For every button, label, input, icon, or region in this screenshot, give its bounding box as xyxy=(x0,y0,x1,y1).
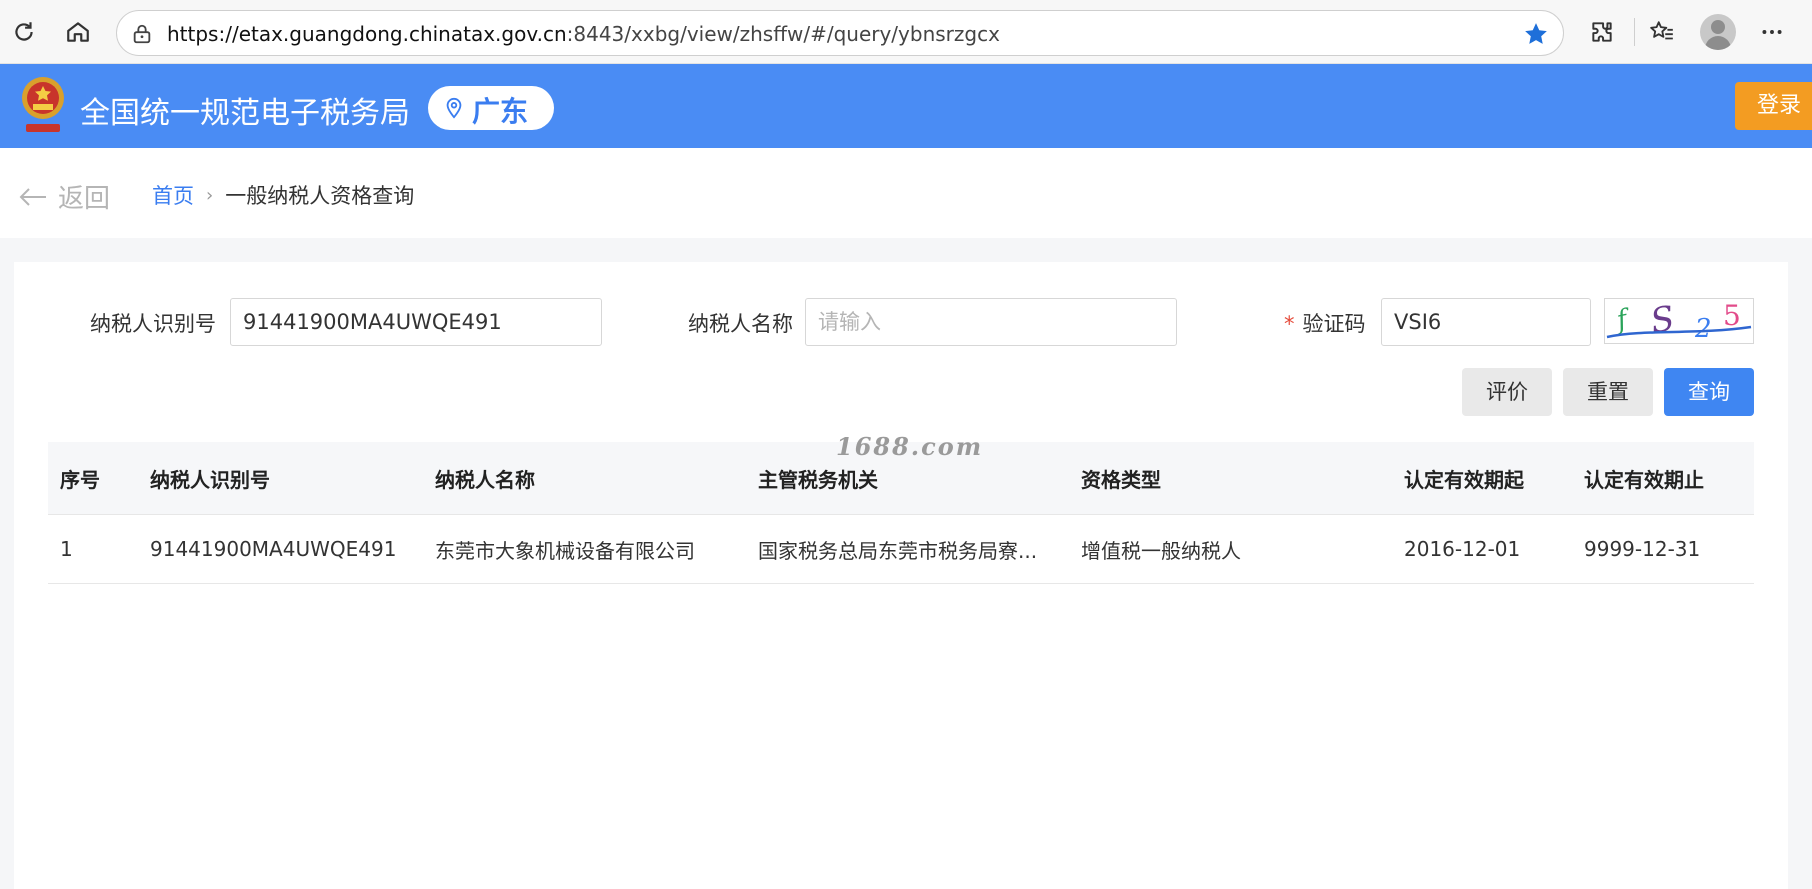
evaluate-button[interactable]: 评价 xyxy=(1462,368,1552,416)
captcha-input[interactable] xyxy=(1381,298,1591,346)
breadcrumb: 首页 › 一般纳税人资格查询 xyxy=(152,180,414,210)
column-header: 纳税人名称 xyxy=(435,467,535,492)
favorites-icon[interactable] xyxy=(1644,14,1680,50)
refresh-icon[interactable] xyxy=(6,14,42,50)
arrow-left-icon xyxy=(19,187,46,206)
captcha-label: * 验证码 xyxy=(1284,312,1366,336)
favorite-star-icon[interactable] xyxy=(1523,21,1549,51)
reset-button[interactable]: 重置 xyxy=(1563,368,1653,416)
query-panel: 纳税人识别号 纳税人名称 *验证码 f S 2 5 评价 重置 查询 序号 纳税… xyxy=(14,262,1788,889)
profile-avatar[interactable] xyxy=(1700,14,1736,50)
cell-taxpayer-id: 91441900MA4UWQE491 xyxy=(150,537,397,561)
more-icon[interactable] xyxy=(1754,14,1790,50)
captcha-image[interactable]: f S 2 5 xyxy=(1604,298,1754,344)
column-header: 序号 xyxy=(60,467,100,492)
captcha-char: 5 xyxy=(1723,299,1741,332)
taxpayer-id-label: 纳税人识别号 xyxy=(90,312,216,336)
breadcrumb-bar: 返回 首页 › 一般纳税人资格查询 xyxy=(0,148,1812,238)
tax-emblem-icon xyxy=(18,74,68,134)
cell-index: 1 xyxy=(60,537,73,561)
cell-taxpayer-name: 东莞市大象机械设备有限公司 xyxy=(435,538,695,563)
cell-tax-authority: 国家税务总局东莞市税务局寮... xyxy=(758,538,1038,563)
site-header: 全国统一规范电子税务局 广东 登录 xyxy=(0,64,1812,148)
watermark: 1688.com xyxy=(836,432,984,461)
column-header: 认定有效期起 xyxy=(1404,467,1524,492)
location-pin-icon xyxy=(444,97,464,123)
column-header: 认定有效期止 xyxy=(1584,467,1704,492)
taxpayer-name-label: 纳税人名称 xyxy=(688,312,793,336)
taxpayer-name-input[interactable] xyxy=(805,298,1177,346)
chevron-right-icon: › xyxy=(206,184,214,206)
cell-valid-from: 2016-12-01 xyxy=(1404,537,1521,561)
lock-icon[interactable] xyxy=(131,23,153,49)
query-button[interactable]: 查询 xyxy=(1664,368,1754,416)
breadcrumb-home-link[interactable]: 首页 xyxy=(152,180,194,210)
browser-toolbar: https://etax.guangdong.chinatax.gov.cn:8… xyxy=(0,0,1812,64)
toolbar-separator xyxy=(1634,18,1635,46)
results-table: 序号 纳税人识别号 纳税人名称 主管税务机关 资格类型 认定有效期起 认定有效期… xyxy=(48,442,1754,584)
home-icon[interactable] xyxy=(60,14,96,50)
column-header: 资格类型 xyxy=(1081,467,1161,492)
region-selector[interactable]: 广东 xyxy=(428,86,554,130)
extensions-icon[interactable] xyxy=(1584,14,1620,50)
cell-qualification-type: 增值税一般纳税人 xyxy=(1081,538,1241,563)
site-title: 全国统一规范电子税务局 xyxy=(80,96,410,131)
captcha-char: S xyxy=(1648,299,1678,342)
back-button[interactable]: 返回 xyxy=(18,178,110,215)
login-button[interactable]: 登录 xyxy=(1735,82,1812,130)
region-label: 广东 xyxy=(472,95,529,128)
back-label: 返回 xyxy=(58,184,111,214)
taxpayer-id-input[interactable] xyxy=(230,298,602,346)
address-bar[interactable]: https://etax.guangdong.chinatax.gov.cn:8… xyxy=(116,10,1564,56)
required-asterisk: * xyxy=(1284,312,1295,336)
url-text: https://etax.guangdong.chinatax.gov.cn:8… xyxy=(167,22,1000,46)
breadcrumb-current: 一般纳税人资格查询 xyxy=(225,184,415,208)
cell-valid-to: 9999-12-31 xyxy=(1584,537,1701,561)
table-row[interactable]: 1 91441900MA4UWQE491 东莞市大象机械设备有限公司 国家税务总… xyxy=(48,514,1754,584)
column-header: 纳税人识别号 xyxy=(150,467,270,492)
captcha-char: f xyxy=(1612,304,1634,337)
captcha-char: 2 xyxy=(1694,314,1712,343)
